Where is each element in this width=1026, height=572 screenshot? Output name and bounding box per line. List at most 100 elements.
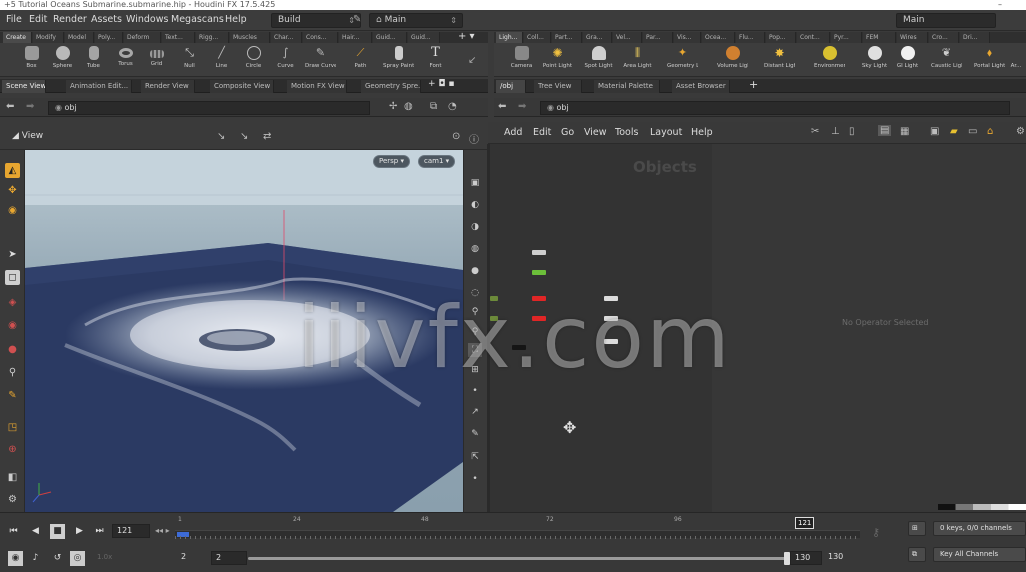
tool-path[interactable]: ⟋ Path xyxy=(345,44,376,76)
tab-material-palette[interactable]: Material Palette xyxy=(594,80,660,93)
paint-tool-icon[interactable]: ✎ xyxy=(5,388,20,403)
shelf-tab-muscles[interactable]: Muscles xyxy=(230,32,270,43)
network-path-field[interactable]: ◉ obj xyxy=(540,101,1010,115)
render-region-icon[interactable]: ◳ xyxy=(5,420,20,435)
shelf-tab-poly[interactable]: Poly... xyxy=(95,32,123,43)
pane-divider[interactable] xyxy=(487,144,490,512)
range-slider[interactable] xyxy=(248,557,788,560)
net-back-arrow-icon[interactable]: ⬅ xyxy=(498,101,506,112)
node-red-1[interactable] xyxy=(532,296,546,301)
shelf-tab-fluid-containers[interactable]: Flu... xyxy=(736,32,765,43)
shelf-tab-particles[interactable]: Part... xyxy=(552,32,582,43)
shelf-tab-hair[interactable]: Hair... xyxy=(339,32,372,43)
loop-icon[interactable]: ↺ xyxy=(50,551,65,566)
tool-torus[interactable]: Torus xyxy=(110,44,141,76)
keys-channels-button[interactable]: 0 keys, 0/0 channels xyxy=(933,521,1026,536)
network-editor[interactable]: Objects ✥ xyxy=(490,144,712,512)
menu-render[interactable]: Render xyxy=(53,14,87,25)
page-icon[interactable]: ▯ xyxy=(849,126,855,137)
tool-geometry-light[interactable]: ✦ Geometry Light xyxy=(667,44,698,76)
measure-icon[interactable]: ↗ xyxy=(468,405,482,419)
dot-small-icon[interactable]: • xyxy=(468,472,482,486)
tool-null[interactable]: ⤡ Null xyxy=(174,44,205,76)
houdini-icon[interactable]: ⌂ xyxy=(987,126,993,137)
shelf-tab-lights[interactable]: Ligh... xyxy=(496,32,523,43)
marker-icon[interactable]: ⚲ xyxy=(468,325,482,339)
wrench-icon[interactable]: ✂ xyxy=(811,126,819,137)
node-geo-2[interactable] xyxy=(532,270,546,275)
shelf-tab-guide-1[interactable]: Guid... xyxy=(373,32,407,43)
wire-icon[interactable]: ◌ xyxy=(468,286,482,300)
shelf-set-select[interactable]: ⌂ Main ⇕ xyxy=(369,13,463,28)
brush-tool-icon[interactable]: ● xyxy=(5,342,20,357)
minimize-button[interactable]: – xyxy=(998,0,1002,10)
snap-icon[interactable]: ↘ xyxy=(217,131,225,142)
pencil-icon[interactable]: ✎ xyxy=(468,427,482,441)
tool-camera[interactable]: Camera xyxy=(506,44,537,76)
shelf-tab-wires[interactable]: Wires xyxy=(897,32,928,43)
shelf-tab-vellum[interactable]: Vel... xyxy=(613,32,642,43)
flipbook-icon[interactable]: ⊕ xyxy=(5,442,20,457)
settings-gear-icon[interactable]: ⚙ xyxy=(1016,126,1025,137)
tool-spray-paint[interactable]: Spray Paint xyxy=(383,44,414,76)
node-geo-3[interactable] xyxy=(490,296,498,301)
shelf-tab-rigging[interactable]: Rigg... xyxy=(196,32,229,43)
node-white-3[interactable] xyxy=(604,339,618,344)
settings-icon[interactable]: ⚙ xyxy=(5,492,20,507)
tab-tree-view[interactable]: Tree View xyxy=(534,80,582,93)
tool-font[interactable]: T Font xyxy=(420,44,451,76)
copy-icon[interactable]: ⧉ xyxy=(430,101,437,112)
desktop-select[interactable]: Build ⇕ xyxy=(271,13,361,28)
viewer-options-icon[interactable]: ⊙ xyxy=(452,131,460,142)
shelf-tab-populate[interactable]: Pop... xyxy=(766,32,796,43)
home-view-icon[interactable]: ⊞ xyxy=(468,363,482,377)
node-geo-1[interactable] xyxy=(532,250,546,255)
tab-obj[interactable]: /obj xyxy=(496,80,526,93)
tool-more[interactable]: Ar... xyxy=(1006,44,1026,76)
tool-portal-light[interactable]: ⬧ Portal Light xyxy=(974,44,1005,76)
key-all-channels-button[interactable]: Key All Channels xyxy=(933,547,1026,562)
shelf-tab-crowds[interactable]: Cro... xyxy=(929,32,959,43)
dot-icon[interactable]: • xyxy=(468,384,482,398)
tab-asset-browser[interactable]: Asset Browser xyxy=(672,80,730,93)
tool-box[interactable]: Box xyxy=(16,44,47,76)
tool-distant-light[interactable]: ✸ Distant Light xyxy=(764,44,795,76)
tool-draw-curve[interactable]: ✎ Draw Curve xyxy=(305,44,336,76)
tool-spot-light[interactable]: Spot Light xyxy=(583,44,614,76)
shelf-tab-create[interactable]: Create xyxy=(3,32,32,43)
tool-caustic-light[interactable]: ❦ Caustic Light xyxy=(931,44,962,76)
step-back-icon[interactable]: ◀ xyxy=(28,524,43,539)
snapshot-icon[interactable]: ◧ xyxy=(5,470,20,485)
tool-sky-light[interactable]: Sky Light xyxy=(859,44,890,76)
menu-help[interactable]: Help xyxy=(225,14,247,25)
pointer-icon[interactable]: ➤ xyxy=(5,247,20,262)
tool-circle[interactable]: Circle xyxy=(238,44,269,76)
persp-menu-button[interactable]: Persp ▾ xyxy=(373,155,410,168)
tool-sphere[interactable]: Sphere xyxy=(47,44,78,76)
forward-arrow-icon[interactable]: ➡ xyxy=(26,101,34,112)
select-tool-icon[interactable]: ◭ xyxy=(5,163,20,178)
global-anim-icon[interactable]: ◎ xyxy=(70,551,85,566)
add-network-tab-icon[interactable]: + xyxy=(749,78,758,91)
current-frame-marker[interactable]: 121 xyxy=(795,517,815,529)
figure-tool-icon[interactable]: ⚲ xyxy=(5,365,20,380)
camera-menu-button[interactable]: cam1 ▾ xyxy=(418,155,456,168)
grid-view-icon[interactable]: ▦ xyxy=(900,126,909,137)
shelf-tab-oceans[interactable]: Ocea... xyxy=(702,32,735,43)
shelf-tab-text[interactable]: Text... xyxy=(162,32,195,43)
menu-assets[interactable]: Assets xyxy=(91,14,122,25)
pose-tool-icon[interactable]: ◈ xyxy=(5,295,20,310)
tool-curve[interactable]: ∫ Curve xyxy=(270,44,301,76)
right-shelf-select[interactable]: Main xyxy=(896,13,996,28)
node-black-1[interactable] xyxy=(512,345,526,350)
add-tab-icon[interactable]: + ◘ ▪ xyxy=(428,79,454,89)
ghost-icon[interactable]: ◍ xyxy=(468,242,482,256)
net-menu-go[interactable]: Go xyxy=(561,127,574,138)
handle-tool-icon[interactable]: ◉ xyxy=(5,318,20,333)
viewer-info-icon[interactable]: ⓘ xyxy=(469,131,479,146)
node-white-2[interactable] xyxy=(604,316,618,321)
tools-icon[interactable]: ✎ xyxy=(353,14,361,25)
channel-icon[interactable]: ⧉ xyxy=(908,547,926,562)
shelf-tab-drive[interactable]: Dri... xyxy=(960,32,990,43)
tool-line[interactable]: ╱ Line xyxy=(206,44,237,76)
